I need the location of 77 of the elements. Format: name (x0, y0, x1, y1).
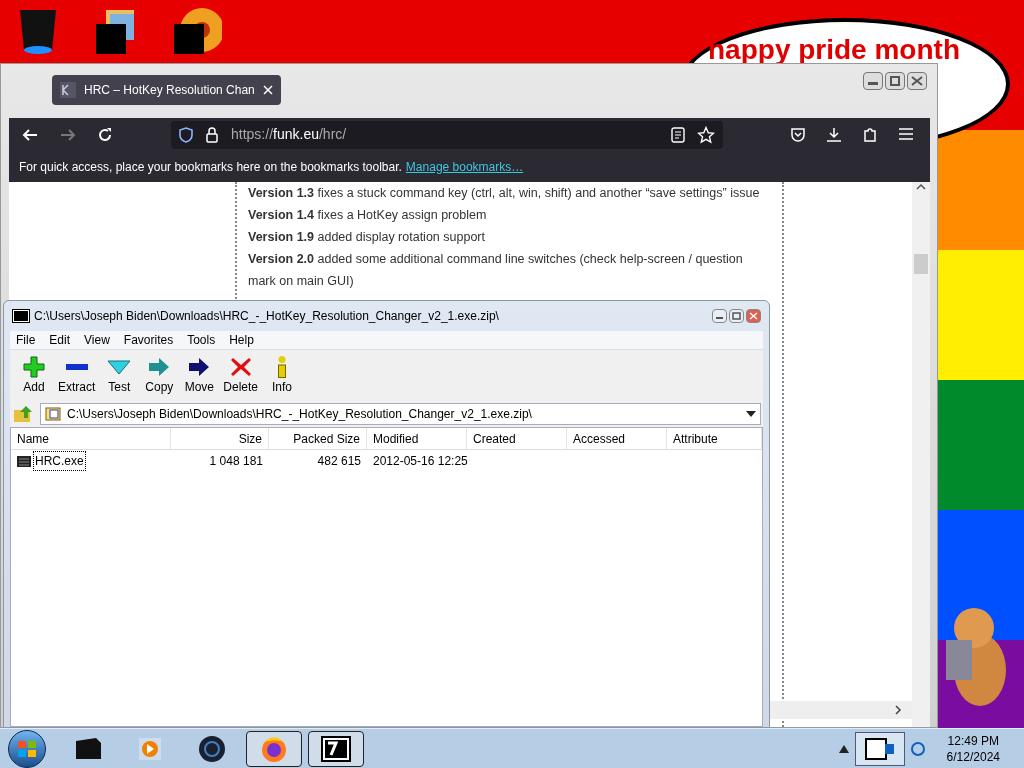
scrollbar-thumb[interactable] (914, 254, 928, 274)
maximize-icon (889, 76, 901, 86)
disc-icon[interactable] (172, 6, 222, 56)
horizontal-scrollbar[interactable] (769, 701, 912, 719)
address-field[interactable]: C:\Users\Joseph Biden\Downloads\HRC_-_HotKey_Resolution_Changer_v2_1.exe.zip\ (40, 403, 761, 425)
scroll-right-icon[interactable] (894, 705, 902, 715)
column-header[interactable]: Packed Size (269, 428, 367, 449)
tray-expand-icon[interactable] (838, 744, 849, 753)
minus-icon (65, 363, 88, 370)
dropdown-caret-icon[interactable] (746, 411, 756, 417)
menu-item[interactable]: Help (229, 331, 254, 349)
back-icon[interactable] (21, 126, 39, 143)
reader-view-icon[interactable] (671, 126, 685, 143)
clock-date: 6/12/2024 (946, 748, 1000, 765)
maximize-icon (732, 312, 741, 320)
toolbar-button[interactable]: Add (16, 355, 52, 396)
minimize-button[interactable] (863, 72, 883, 90)
star-icon[interactable] (697, 125, 715, 144)
toolbar-button[interactable]: Extract (56, 355, 98, 396)
column-header[interactable]: Size (171, 428, 269, 449)
exe-file-icon (17, 455, 31, 467)
changelog-entry: Version 1.9 added display rotation support (248, 229, 486, 246)
changelog-entry: Version 1.3 fixes a stuck command key (ctrl, alt, win, shift) and another “save settings” issue (248, 185, 761, 202)
vertical-scrollbar[interactable] (912, 182, 930, 727)
table-cell: 1 048 181 (209, 454, 263, 468)
toolbar-button[interactable]: Copy (141, 355, 178, 396)
clock-time: 12:49 PM (947, 732, 999, 749)
lock-icon (205, 126, 219, 143)
browser-tab[interactable]: HRC – HotKey Resolution Chan (52, 75, 281, 105)
maximize-button[interactable] (885, 72, 905, 90)
toolbar-button[interactable]: Test (101, 355, 138, 396)
column-header[interactable]: Created (467, 428, 567, 449)
close-button[interactable] (746, 309, 761, 323)
taskbar-button[interactable] (246, 730, 302, 767)
toolbar-button[interactable]: Delete (221, 355, 261, 396)
menu-item[interactable]: Tools (187, 331, 216, 349)
plus-icon (22, 355, 46, 378)
toolbar-button[interactable]: Info (264, 355, 301, 396)
pocket-icon[interactable] (790, 126, 806, 143)
menu-item[interactable]: Favorites (123, 331, 174, 349)
info-icon (277, 355, 288, 378)
column-header[interactable]: Accessed (567, 428, 667, 449)
url-text: https://funk.eu/hrc/ (231, 125, 348, 144)
taskbar-button[interactable] (308, 730, 364, 767)
menu-item[interactable]: File (16, 331, 36, 349)
changelog-entry: Version 1.4 fixes a HotKey assign problem (248, 207, 488, 224)
tray-button[interactable] (854, 731, 905, 766)
menu-item[interactable]: Edit (49, 331, 71, 349)
column-header[interactable]: Modified (367, 428, 467, 449)
menu-item[interactable]: View (84, 331, 110, 349)
maximize-button[interactable] (729, 309, 744, 323)
file-name[interactable]: HRC.exe (33, 451, 86, 471)
menu-icon[interactable] (898, 126, 914, 141)
column-header[interactable]: Name (11, 428, 171, 449)
reload-icon[interactable] (97, 126, 113, 143)
close-tab-icon[interactable] (262, 85, 273, 95)
column-header[interactable]: Attribute (667, 428, 762, 449)
url-field[interactable]: https://funk.eu/hrc/ (171, 120, 723, 149)
window-title: C:\Users\Joseph Biden\Downloads\HRC_-_HotKey_Resolution_Changer_v2_1.exe.zip\ (34, 308, 499, 325)
archive-file-icon (45, 407, 61, 421)
start-button[interactable] (8, 729, 46, 768)
forward-icon[interactable] (59, 126, 77, 143)
site-favicon (60, 82, 76, 98)
minimize-button[interactable] (712, 309, 727, 323)
table-cell: 2012-05-16 12:25 (373, 454, 468, 468)
bookmarks-hint: For quick access, place your bookmarks here on the bookmarks toolbar. (19, 158, 402, 176)
toolbar-button[interactable]: Move (181, 355, 218, 396)
scroll-up-icon[interactable] (916, 182, 926, 192)
changelog-entry: Version 2.0 added some additional command line switches (check help-screen / question mark on main GUI) (248, 251, 744, 290)
close-button[interactable] (907, 72, 927, 90)
download-icon[interactable] (826, 126, 842, 143)
close-icon (749, 312, 758, 320)
manage-bookmarks-link[interactable]: Manage bookmarks… (405, 157, 524, 176)
table-cell: 482 615 (317, 454, 361, 468)
windows-logo-icon (18, 740, 36, 757)
shield-icon (179, 126, 193, 143)
close-icon (911, 76, 923, 86)
